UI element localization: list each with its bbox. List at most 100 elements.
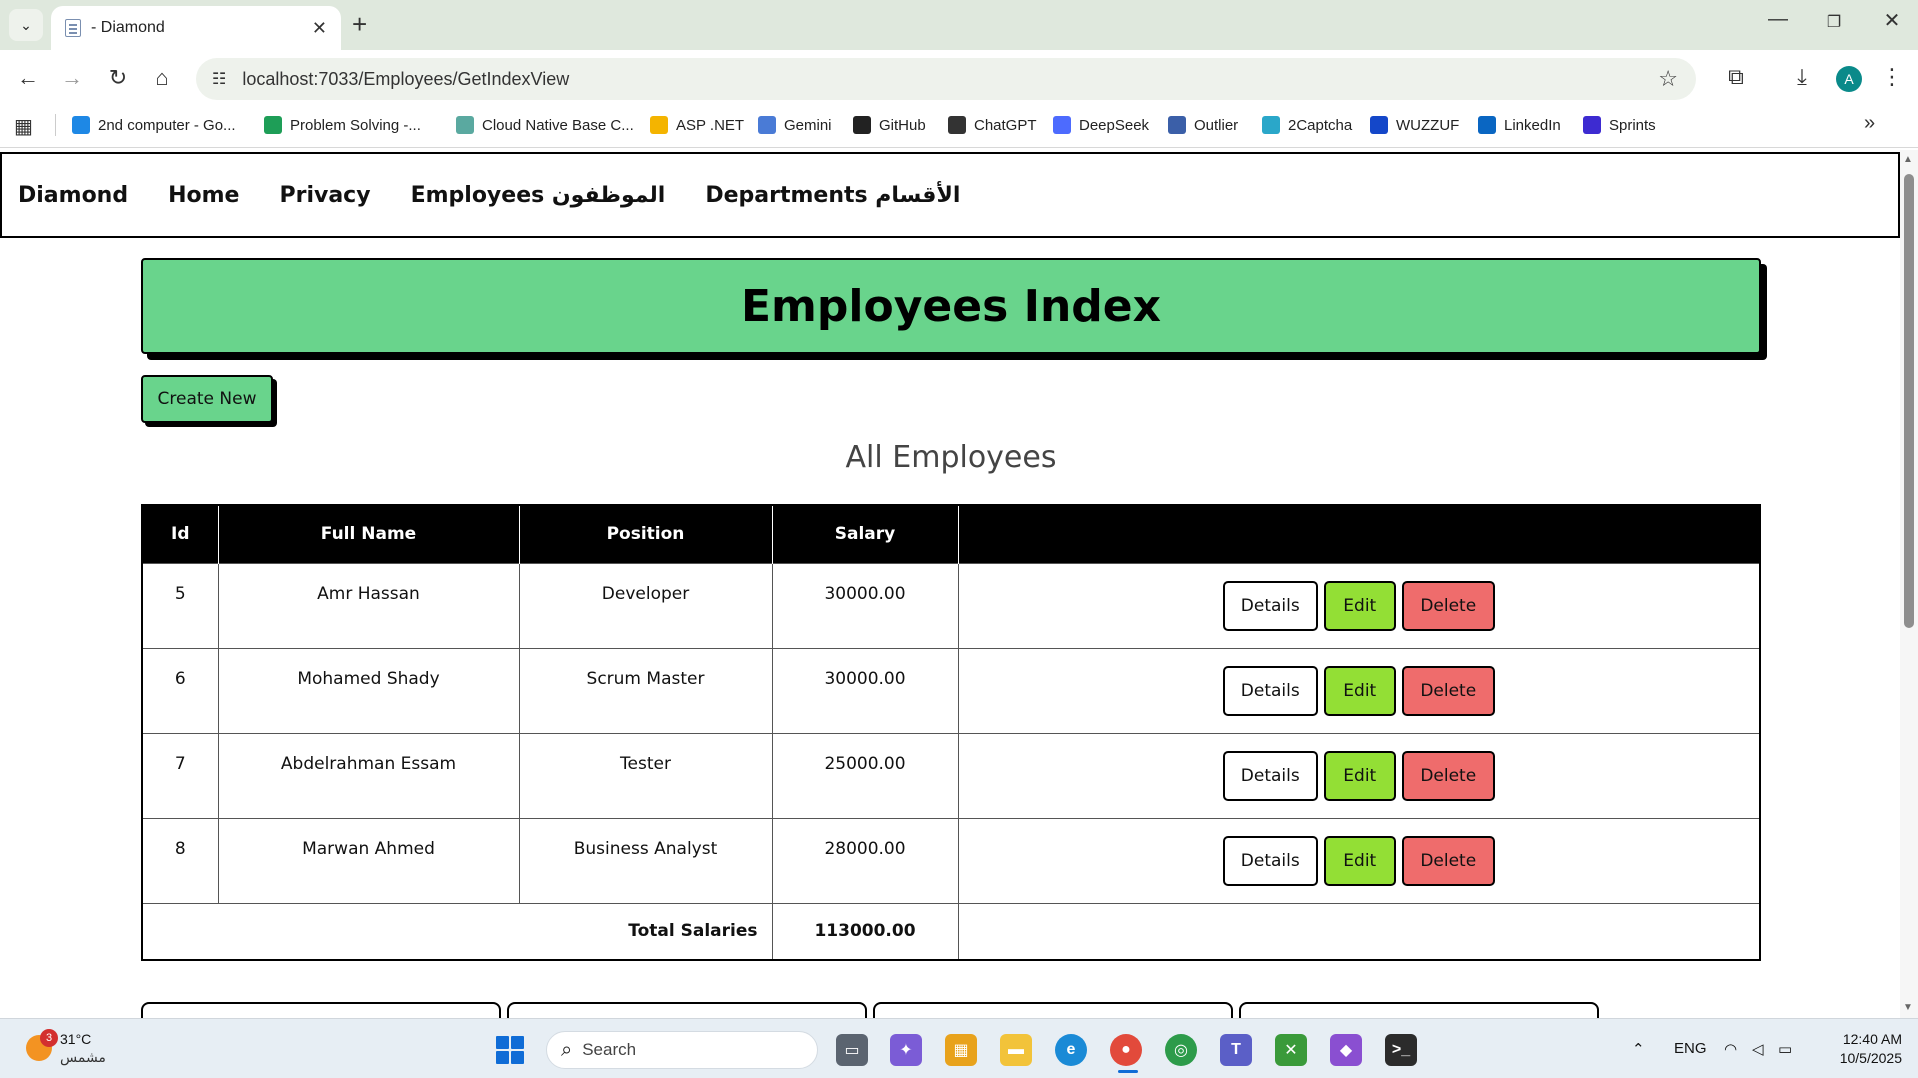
scroll-down-icon[interactable]: ▼	[1903, 1002, 1913, 1013]
nav-departments-link[interactable]: Departments الأقسام	[705, 183, 960, 208]
close-window-icon[interactable]: ✕	[1872, 8, 1912, 33]
employees-table: Id Full Name Position Salary 5 Amr Hassan…	[141, 504, 1761, 961]
system-clock[interactable]: 12:40 AM 10/5/2025	[1822, 1030, 1902, 1068]
visual-studio-icon[interactable]: ◆	[1330, 1034, 1362, 1066]
google-drive-icon	[650, 116, 668, 134]
bookmark-item[interactable]: Gemini	[758, 113, 832, 137]
scroll-up-icon[interactable]: ▲	[1903, 154, 1913, 165]
windows-start-icon[interactable]	[496, 1036, 524, 1064]
nav-brand-link[interactable]: Diamond	[18, 183, 128, 208]
task-view-icon[interactable]: ▭	[836, 1034, 868, 1066]
nav-employees-link[interactable]: Employees الموظفون	[411, 183, 666, 208]
tab-search-button[interactable]: ⌄	[9, 9, 43, 41]
linkedin-icon	[1478, 116, 1496, 134]
cell-actions: Details Edit Delete	[957, 817, 1761, 904]
bookmark-label: Cloud Native Base C...	[482, 116, 634, 134]
store-icon[interactable]: ▦	[945, 1034, 977, 1066]
terminal-icon[interactable]: >_	[1385, 1034, 1417, 1066]
bookmark-item[interactable]: Problem Solving -...	[264, 113, 421, 137]
nav-privacy-link[interactable]: Privacy	[279, 183, 370, 208]
wifi-icon[interactable]: ◠	[1724, 1040, 1737, 1058]
bookmark-item[interactable]: 2nd computer - Go...	[72, 113, 236, 137]
bookmark-item[interactable]: LinkedIn	[1478, 113, 1561, 137]
details-button[interactable]: Details	[1222, 835, 1318, 886]
nav-home-link[interactable]: Home	[168, 183, 239, 208]
bookmark-item[interactable]: Outlier	[1168, 113, 1238, 137]
cell-id: 7	[141, 732, 219, 819]
minimize-icon[interactable]: —	[1758, 8, 1798, 31]
edit-button[interactable]: Edit	[1323, 750, 1396, 801]
weather-widget[interactable]: 3 31°C مشمس	[26, 1029, 106, 1066]
bookmark-item[interactable]: ASP .NET	[650, 113, 744, 137]
column-header-name: Full Name	[218, 505, 520, 563]
back-icon[interactable]: ←	[12, 62, 44, 94]
details-button[interactable]: Details	[1222, 665, 1318, 716]
file-explorer-icon[interactable]: ▬	[1000, 1034, 1032, 1066]
camtasia-icon[interactable]: ◎	[1165, 1034, 1197, 1066]
bookmark-item[interactable]: ChatGPT	[948, 113, 1037, 137]
bookmark-label: Problem Solving -...	[290, 116, 421, 134]
tab-close-icon[interactable]: ✕	[312, 18, 327, 39]
bookmark-item[interactable]: GitHub	[853, 113, 926, 137]
extensions-icon[interactable]: ⧉	[1720, 64, 1752, 90]
download-icon[interactable]: ⤓	[1786, 64, 1818, 90]
profile-avatar[interactable]: A	[1836, 66, 1862, 92]
page-favicon-icon	[65, 19, 81, 37]
details-button[interactable]: Details	[1222, 580, 1318, 631]
delete-button[interactable]: Delete	[1401, 665, 1495, 716]
tray-overflow-icon[interactable]: ⌃	[1632, 1040, 1645, 1058]
search-icon: ⌕	[561, 1038, 573, 1061]
card	[873, 1002, 1233, 1018]
scrollbar-thumb[interactable]	[1904, 174, 1914, 628]
cell-name: Marwan Ahmed	[217, 817, 520, 904]
page-scrollbar[interactable]: ▲ ▼	[1900, 150, 1918, 1018]
more-bookmarks-icon[interactable]: »	[1864, 112, 1875, 135]
edit-button[interactable]: Edit	[1323, 835, 1396, 886]
battery-icon[interactable]: ▭	[1778, 1040, 1792, 1058]
sprints-icon	[1583, 116, 1601, 134]
bookmark-star-icon[interactable]: ☆	[1658, 66, 1678, 92]
bookmark-item[interactable]: DeepSeek	[1053, 113, 1149, 137]
bookmark-item[interactable]: Cloud Native Base C...	[456, 113, 634, 137]
address-bar[interactable]: ☷ localhost:7033/Employees/GetIndexView …	[196, 58, 1696, 100]
site-navbar: Diamond Home Privacy Employees الموظفون …	[0, 152, 1900, 238]
delete-button[interactable]: Delete	[1401, 835, 1495, 886]
reload-icon[interactable]: ↻	[102, 62, 134, 94]
language-indicator[interactable]: ENG	[1674, 1040, 1707, 1057]
url-text[interactable]: localhost:7033/Employees/GetIndexView	[242, 69, 1658, 90]
edit-button[interactable]: Edit	[1323, 665, 1396, 716]
chatgpt-icon	[948, 116, 966, 134]
details-button[interactable]: Details	[1222, 750, 1318, 801]
create-new-button[interactable]: Create New	[141, 375, 273, 423]
taskbar-search[interactable]: ⌕ Search	[546, 1031, 818, 1069]
site-info-icon[interactable]: ☷	[212, 69, 226, 89]
active-tab[interactable]: - Diamond ✕	[51, 6, 341, 50]
home-icon[interactable]: ⌂	[146, 62, 178, 94]
cards-row	[141, 1002, 1761, 1018]
apps-grid-icon[interactable]: ▦	[14, 114, 33, 139]
new-tab-button[interactable]: +	[352, 10, 367, 38]
forward-icon[interactable]: →	[56, 62, 88, 94]
copilot-icon[interactable]: ✦	[890, 1034, 922, 1066]
edit-button[interactable]: Edit	[1323, 580, 1396, 631]
bookmark-item[interactable]: Sprints	[1583, 113, 1656, 137]
delete-button[interactable]: Delete	[1401, 580, 1495, 631]
chrome-icon[interactable]: ●	[1110, 1034, 1142, 1066]
restore-icon[interactable]: ❐	[1814, 12, 1854, 32]
table-row: 6 Mohamed Shady Scrum Master 30000.00 Detail…	[141, 647, 1761, 734]
sun-icon: 3	[26, 1029, 58, 1061]
bookmark-item[interactable]: WUZZUF	[1370, 113, 1459, 137]
volume-icon[interactable]: ◁	[1752, 1040, 1764, 1058]
wuzzuf-icon	[1370, 116, 1388, 134]
delete-button[interactable]: Delete	[1401, 750, 1495, 801]
excel-tool-icon[interactable]: ✕	[1275, 1034, 1307, 1066]
cell-id: 6	[141, 647, 219, 734]
menu-kebab-icon[interactable]: ⋮	[1876, 64, 1908, 90]
sheets-icon	[264, 116, 282, 134]
2captcha-icon	[1262, 116, 1280, 134]
chevron-down-icon: ⌄	[20, 16, 32, 33]
notification-badge: 3	[40, 1029, 58, 1047]
bookmark-item[interactable]: 2Captcha	[1262, 113, 1352, 137]
teams-icon[interactable]: T	[1220, 1034, 1252, 1066]
edge-icon[interactable]: e	[1055, 1034, 1087, 1066]
